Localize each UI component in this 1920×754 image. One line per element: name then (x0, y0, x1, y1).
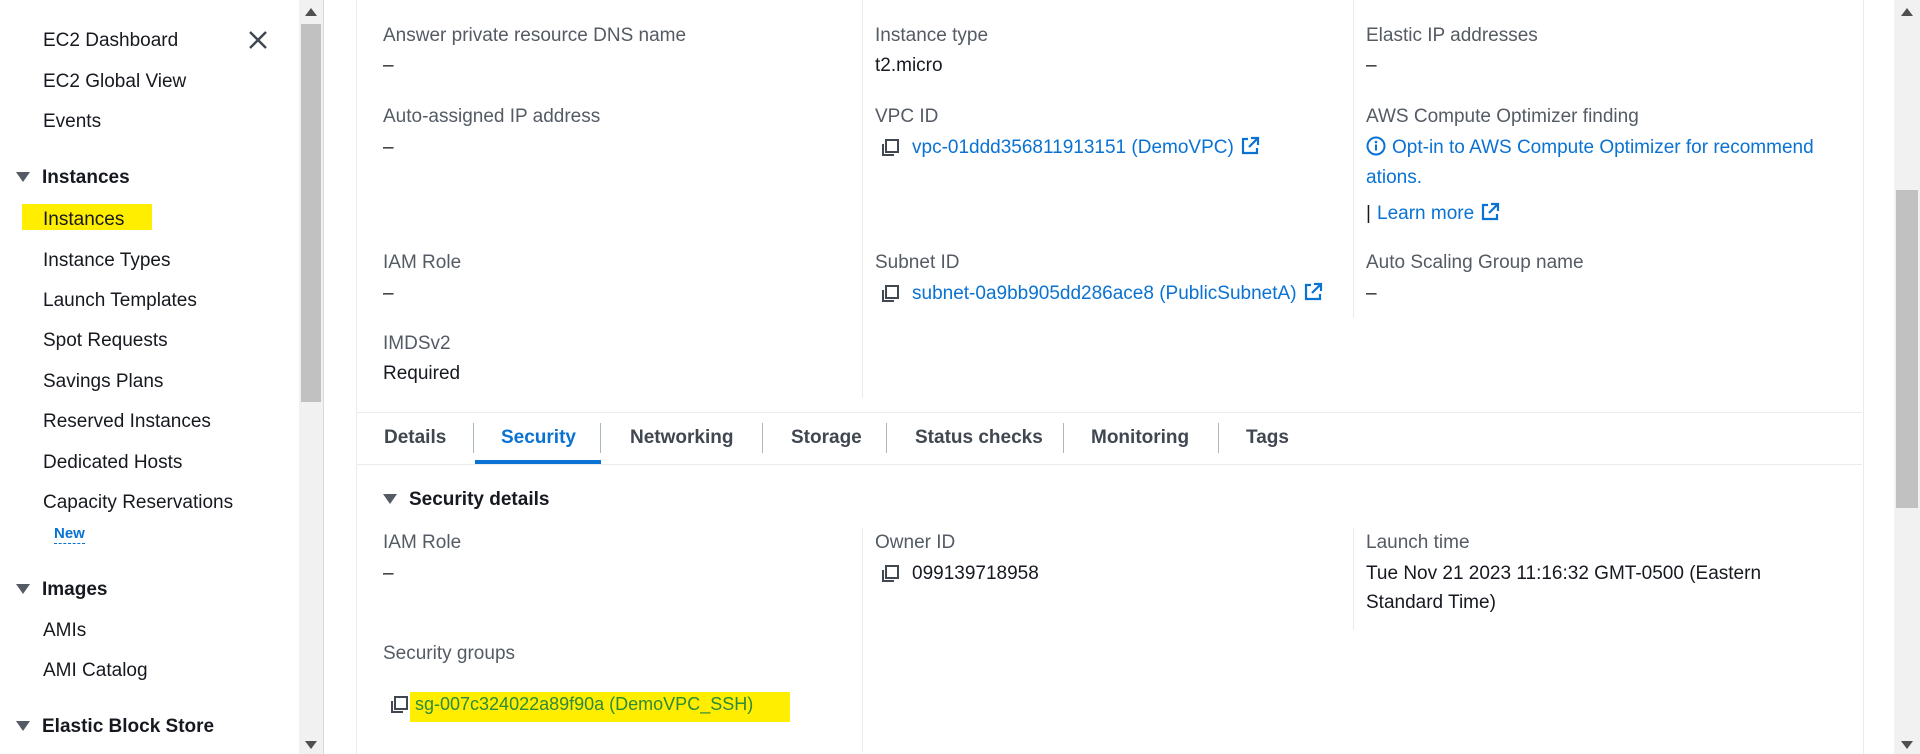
asg-value: – (1366, 283, 1377, 304)
scroll-up-arrow-icon[interactable] (1901, 8, 1913, 16)
caret-down-icon (16, 171, 30, 182)
instance-type-label: Instance type (875, 25, 989, 46)
close-icon[interactable] (246, 28, 270, 52)
caret-down-icon (383, 493, 397, 504)
owner-id-label: Owner ID (875, 532, 956, 553)
auto-ip-label: Auto-assigned IP address (383, 106, 601, 127)
instance-type-value: t2.micro (875, 55, 943, 76)
nav-section-ebs[interactable]: Elastic Block Store (16, 715, 214, 739)
nav-instances[interactable]: Instances (43, 208, 124, 232)
divider (862, 0, 863, 398)
iam-role-label: IAM Role (383, 252, 462, 273)
tab-divider (1063, 423, 1064, 453)
answer-dns-value: – (383, 55, 394, 76)
copy-icon[interactable] (880, 138, 900, 158)
tab-details[interactable]: Details (384, 426, 446, 450)
divider (862, 528, 863, 752)
copy-icon[interactable] (880, 564, 900, 584)
tab-status-checks[interactable]: Status checks (915, 426, 1043, 450)
scroll-down-arrow-icon[interactable] (1901, 741, 1913, 749)
tab-monitoring[interactable]: Monitoring (1091, 426, 1189, 450)
elastic-ip-label: Elastic IP addresses (1366, 25, 1538, 46)
page-scrollbar-thumb[interactable] (1896, 190, 1918, 508)
nav-ec2-dashboard[interactable]: EC2 Dashboard (43, 29, 178, 53)
sidebar-scrollbar-thumb[interactable] (301, 24, 321, 402)
launch-time-line1: Tue Nov 21 2023 11:16:32 GMT-0500 (Easte… (1366, 563, 1762, 584)
optimizer-link[interactable]: Opt-in to AWS Compute Optimizer for reco… (1366, 136, 1814, 160)
subnet-id-label: Subnet ID (875, 252, 960, 273)
external-link-icon (1304, 282, 1322, 301)
tab-storage[interactable]: Storage (791, 426, 862, 450)
tab-tags[interactable]: Tags (1246, 426, 1289, 450)
navigation-sidebar: EC2 Dashboard EC2 Global View Events Ins… (0, 0, 298, 754)
nav-section-instances[interactable]: Instances (16, 166, 130, 190)
divider (1353, 0, 1354, 318)
nav-ec2-global-view[interactable]: EC2 Global View (43, 70, 186, 94)
tab-divider (473, 423, 474, 453)
subnet-id-link[interactable]: subnet-0a9bb905dd286ace8 (PublicSubnetA) (912, 282, 1323, 306)
answer-dns-label: Answer private resource DNS name (383, 25, 687, 46)
nav-launch-templates[interactable]: Launch Templates (43, 289, 197, 313)
nav-amis[interactable]: AMIs (43, 619, 86, 643)
divider (1353, 528, 1354, 630)
learn-more-link[interactable]: Learn more (1377, 202, 1500, 226)
nav-reserved-instances[interactable]: Reserved Instances (43, 410, 211, 434)
optimizer-text-line1: Opt-in to AWS Compute Optimizer for reco… (1392, 137, 1814, 158)
learn-more-prefix: | (1366, 203, 1371, 224)
scroll-up-arrow-icon[interactable] (305, 8, 317, 16)
auto-ip-value: – (383, 137, 394, 158)
launch-time-line2: Standard Time) (1366, 592, 1496, 613)
launch-time-label: Launch time (1366, 532, 1470, 553)
nav-ami-catalog[interactable]: AMI Catalog (43, 659, 148, 683)
tab-divider (762, 423, 763, 453)
security-details-title: Security details (409, 489, 550, 510)
elastic-ip-value: – (1366, 55, 1377, 76)
divider (357, 412, 1862, 413)
caret-down-icon (16, 583, 30, 594)
imdsv2-value: Required (383, 363, 461, 384)
sec-iam-role-value: – (383, 563, 394, 584)
imdsv2-label: IMDSv2 (383, 333, 451, 354)
security-group-link[interactable]: sg-007c324022a89f90a (DemoVPC_SSH) (415, 692, 753, 716)
security-groups-label: Security groups (383, 643, 516, 664)
external-link-icon (1482, 202, 1500, 221)
info-icon (1366, 136, 1386, 156)
nav-section-label: Images (42, 579, 108, 600)
scroll-down-arrow-icon[interactable] (305, 741, 317, 749)
divider (323, 0, 324, 754)
asg-label: Auto Scaling Group name (1366, 252, 1584, 273)
tab-divider (886, 423, 887, 453)
vpc-id-value: vpc-01ddd356811913151 (DemoVPC) (912, 137, 1234, 158)
nav-capacity-reservations[interactable]: Capacity Reservations (43, 491, 233, 515)
copy-icon[interactable] (389, 695, 409, 715)
vpc-id-label: VPC ID (875, 106, 939, 127)
iam-role-value: – (383, 283, 394, 304)
divider (357, 464, 1862, 465)
tab-networking[interactable]: Networking (630, 426, 733, 450)
nav-instance-types[interactable]: Instance Types (43, 249, 170, 273)
optimizer-label: AWS Compute Optimizer finding (1366, 106, 1639, 127)
vpc-id-link[interactable]: vpc-01ddd356811913151 (DemoVPC) (912, 136, 1260, 160)
nav-events[interactable]: Events (43, 110, 101, 134)
nav-savings-plans[interactable]: Savings Plans (43, 370, 163, 394)
nav-section-images[interactable]: Images (16, 578, 107, 602)
caret-down-icon (16, 720, 30, 731)
subnet-id-value: subnet-0a9bb905dd286ace8 (PublicSubnetA) (912, 283, 1297, 304)
owner-id-value: 099139718958 (912, 563, 1039, 584)
optimizer-text-line2[interactable]: ations. (1366, 166, 1422, 190)
copy-icon[interactable] (880, 284, 900, 304)
tab-divider (600, 423, 601, 453)
sec-iam-role-label: IAM Role (383, 532, 462, 553)
nav-section-label: Instances (42, 167, 130, 188)
tab-security[interactable]: Security (501, 426, 576, 450)
nav-section-label: Elastic Block Store (42, 716, 215, 737)
nav-spot-requests[interactable]: Spot Requests (43, 329, 168, 353)
learn-more-text: Learn more (1377, 203, 1475, 224)
tab-divider (1218, 423, 1219, 453)
nav-dedicated-hosts[interactable]: Dedicated Hosts (43, 451, 182, 475)
external-link-icon (1241, 136, 1259, 155)
new-badge: New (54, 525, 85, 544)
security-details-header[interactable]: Security details (383, 488, 549, 512)
